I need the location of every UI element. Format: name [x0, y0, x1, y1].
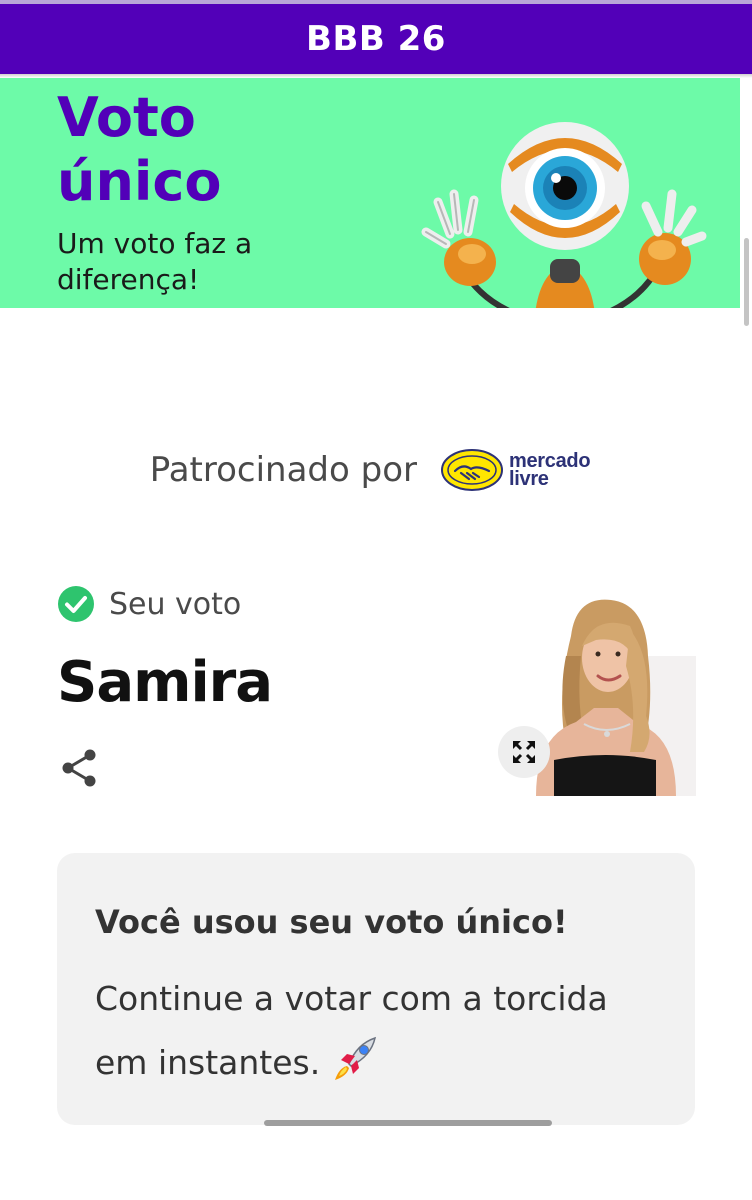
share-icon	[62, 749, 96, 787]
expand-photo-button[interactable]	[498, 726, 550, 778]
vote-status-label: Seu voto	[109, 586, 242, 622]
mercado-livre-wordmark: mercado livre	[508, 451, 591, 490]
mercado-livre-logo[interactable]: mercado livre	[440, 449, 591, 491]
handshake-icon	[440, 449, 503, 491]
top-bar: BBB 26	[0, 0, 752, 74]
check-circle-icon	[58, 586, 94, 622]
hero-banner: Voto único Um voto faz a diferença!	[0, 78, 740, 308]
rocket-icon	[334, 1036, 376, 1080]
sponsor-row: Patrocinado por mercado livre	[0, 440, 740, 500]
candidate-photo[interactable]	[526, 596, 696, 796]
candidate-photo-image	[526, 596, 696, 796]
logo-line-2: livre	[508, 468, 549, 490]
app-title: BBB 26	[306, 19, 446, 59]
info-body: Continue a votar com a torcida em instan…	[95, 967, 655, 1095]
vote-status: Seu voto	[57, 585, 241, 623]
sponsor-label: Patrocinado por	[149, 450, 417, 490]
banner-title: Voto único	[57, 86, 222, 213]
home-indicator	[264, 1120, 552, 1126]
expand-icon	[513, 741, 535, 763]
info-card: Você usou seu voto único! Continue a vot…	[57, 853, 695, 1125]
banner-subtitle: Um voto faz a diferença!	[57, 227, 253, 296]
scrollbar[interactable]	[740, 78, 752, 1200]
big-brother-eye-robot-icon	[421, 122, 707, 308]
scrollbar-thumb[interactable]	[744, 238, 749, 326]
share-button[interactable]	[56, 744, 104, 792]
info-title: Você usou seu voto único!	[95, 903, 568, 941]
candidate-name: Samira	[57, 650, 273, 715]
page: BBB 26 Voto único Um voto faz a diferenç…	[0, 0, 752, 1200]
